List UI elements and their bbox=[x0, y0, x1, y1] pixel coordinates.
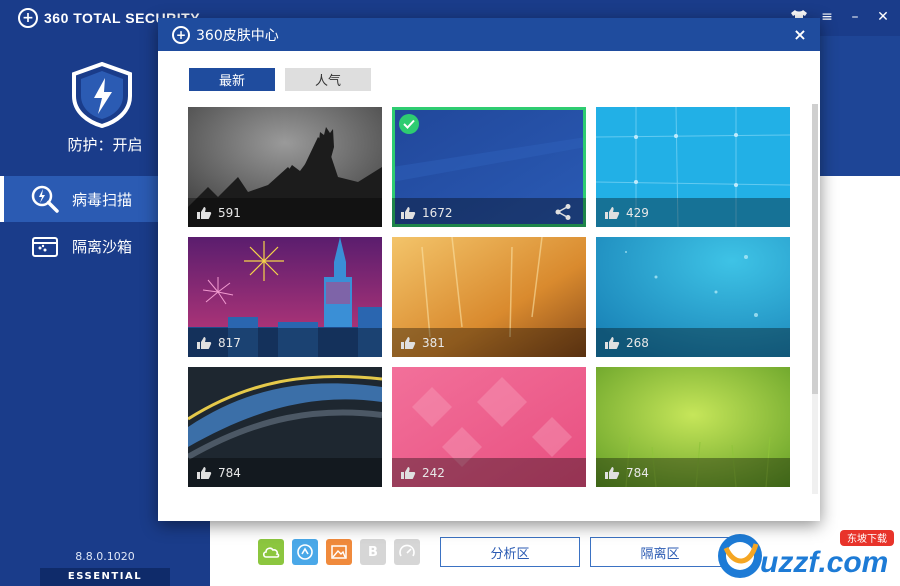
skin-card-pink-diamonds[interactable]: 242 bbox=[392, 367, 586, 487]
minimize-icon[interactable]: – bbox=[846, 6, 864, 28]
scrollbar-thumb[interactable] bbox=[812, 104, 818, 394]
like-bar: 591 bbox=[188, 198, 382, 227]
thumbs-up-icon bbox=[197, 466, 212, 479]
like-count: 381 bbox=[422, 335, 445, 350]
sandbox-box-icon bbox=[30, 231, 60, 261]
like-bar: 242 bbox=[392, 458, 586, 487]
skin-card-green-meadow[interactable]: 784 bbox=[596, 367, 790, 487]
tab-popular[interactable]: 人气 bbox=[285, 68, 371, 91]
skin-center-dialog: + 360皮肤中心 × 最新 人气 591 1672 429 817 381 2… bbox=[158, 18, 820, 521]
like-count: 429 bbox=[626, 205, 649, 220]
skin-grid: 591 1672 429 817 381 268 784 242 784 bbox=[188, 107, 794, 491]
like-count: 242 bbox=[422, 465, 445, 480]
sidebar-item-label: 病毒扫描 bbox=[72, 190, 133, 209]
version-label: 8.8.0.1020 bbox=[75, 550, 135, 563]
plus-logo-icon: + bbox=[18, 8, 38, 28]
menu-icon[interactable]: ≡ bbox=[818, 6, 836, 28]
close-icon[interactable]: ✕ bbox=[874, 6, 892, 28]
quarantine-area-button[interactable]: 隔离区 bbox=[590, 537, 730, 567]
speed-icon[interactable] bbox=[292, 539, 318, 565]
like-count: 591 bbox=[218, 205, 241, 220]
thumbs-up-icon bbox=[197, 336, 212, 349]
skin-card-concert[interactable]: 591 bbox=[188, 107, 382, 227]
skin-card-teal-bokeh[interactable]: 268 bbox=[596, 237, 790, 357]
skin-card-golden-wheat[interactable]: 381 bbox=[392, 237, 586, 357]
sidebar-item-label: 隔离沙箱 bbox=[72, 237, 133, 256]
thumbs-up-icon bbox=[401, 466, 416, 479]
plus-logo-icon: + bbox=[172, 25, 190, 44]
thumbs-up-icon bbox=[401, 206, 416, 219]
like-count: 784 bbox=[626, 465, 649, 480]
share-icon[interactable] bbox=[554, 203, 572, 221]
gauge-icon[interactable] bbox=[394, 539, 420, 565]
thumbs-up-icon bbox=[605, 206, 620, 219]
thumbs-up-icon bbox=[401, 336, 416, 349]
tab-newest[interactable]: 最新 bbox=[189, 68, 275, 91]
dialog-header: + 360皮肤中心 bbox=[158, 18, 820, 51]
like-count: 817 bbox=[218, 335, 241, 350]
like-bar: 268 bbox=[596, 328, 790, 357]
thumbs-up-icon bbox=[605, 466, 620, 479]
like-count: 268 bbox=[626, 335, 649, 350]
selected-check-icon bbox=[399, 114, 419, 134]
dialog-title: 360皮肤中心 bbox=[196, 27, 279, 44]
thumbs-up-icon bbox=[197, 206, 212, 219]
skin-card-light-streaks[interactable]: 784 bbox=[188, 367, 382, 487]
skin-grid-scrollbar[interactable] bbox=[812, 104, 818, 494]
like-count: 1672 bbox=[422, 205, 453, 220]
like-bar: 784 bbox=[188, 458, 382, 487]
like-count: 784 bbox=[218, 465, 241, 480]
watermark-tag: 东坡下载 bbox=[847, 532, 887, 545]
skin-card-blue[interactable]: 1672 bbox=[392, 107, 586, 227]
like-bar: 429 bbox=[596, 198, 790, 227]
image-icon[interactable] bbox=[326, 539, 352, 565]
like-bar: 817 bbox=[188, 328, 382, 357]
analysis-area-button[interactable]: 分析区 bbox=[440, 537, 580, 567]
watermark-brand: uzzf.com bbox=[760, 546, 888, 579]
thumbs-up-icon bbox=[605, 336, 620, 349]
like-bar: 381 bbox=[392, 328, 586, 357]
cloud-icon[interactable] bbox=[258, 539, 284, 565]
scan-magnifier-icon bbox=[30, 184, 60, 214]
edition-badge: ESSENTIAL bbox=[40, 568, 170, 586]
skin-card-cyan-grid[interactable]: 429 bbox=[596, 107, 790, 227]
like-bar: 784 bbox=[596, 458, 790, 487]
shield-icon bbox=[72, 62, 132, 128]
bottom-toolbar: B bbox=[258, 539, 420, 565]
skin-card-city-fireworks[interactable]: 817 bbox=[188, 237, 382, 357]
dialog-close-icon[interactable]: × bbox=[790, 24, 810, 44]
b-icon[interactable]: B bbox=[360, 539, 386, 565]
uzzf-watermark-logo: uzzf.com 东坡下载 bbox=[718, 530, 894, 579]
main-header-strip bbox=[820, 36, 900, 176]
